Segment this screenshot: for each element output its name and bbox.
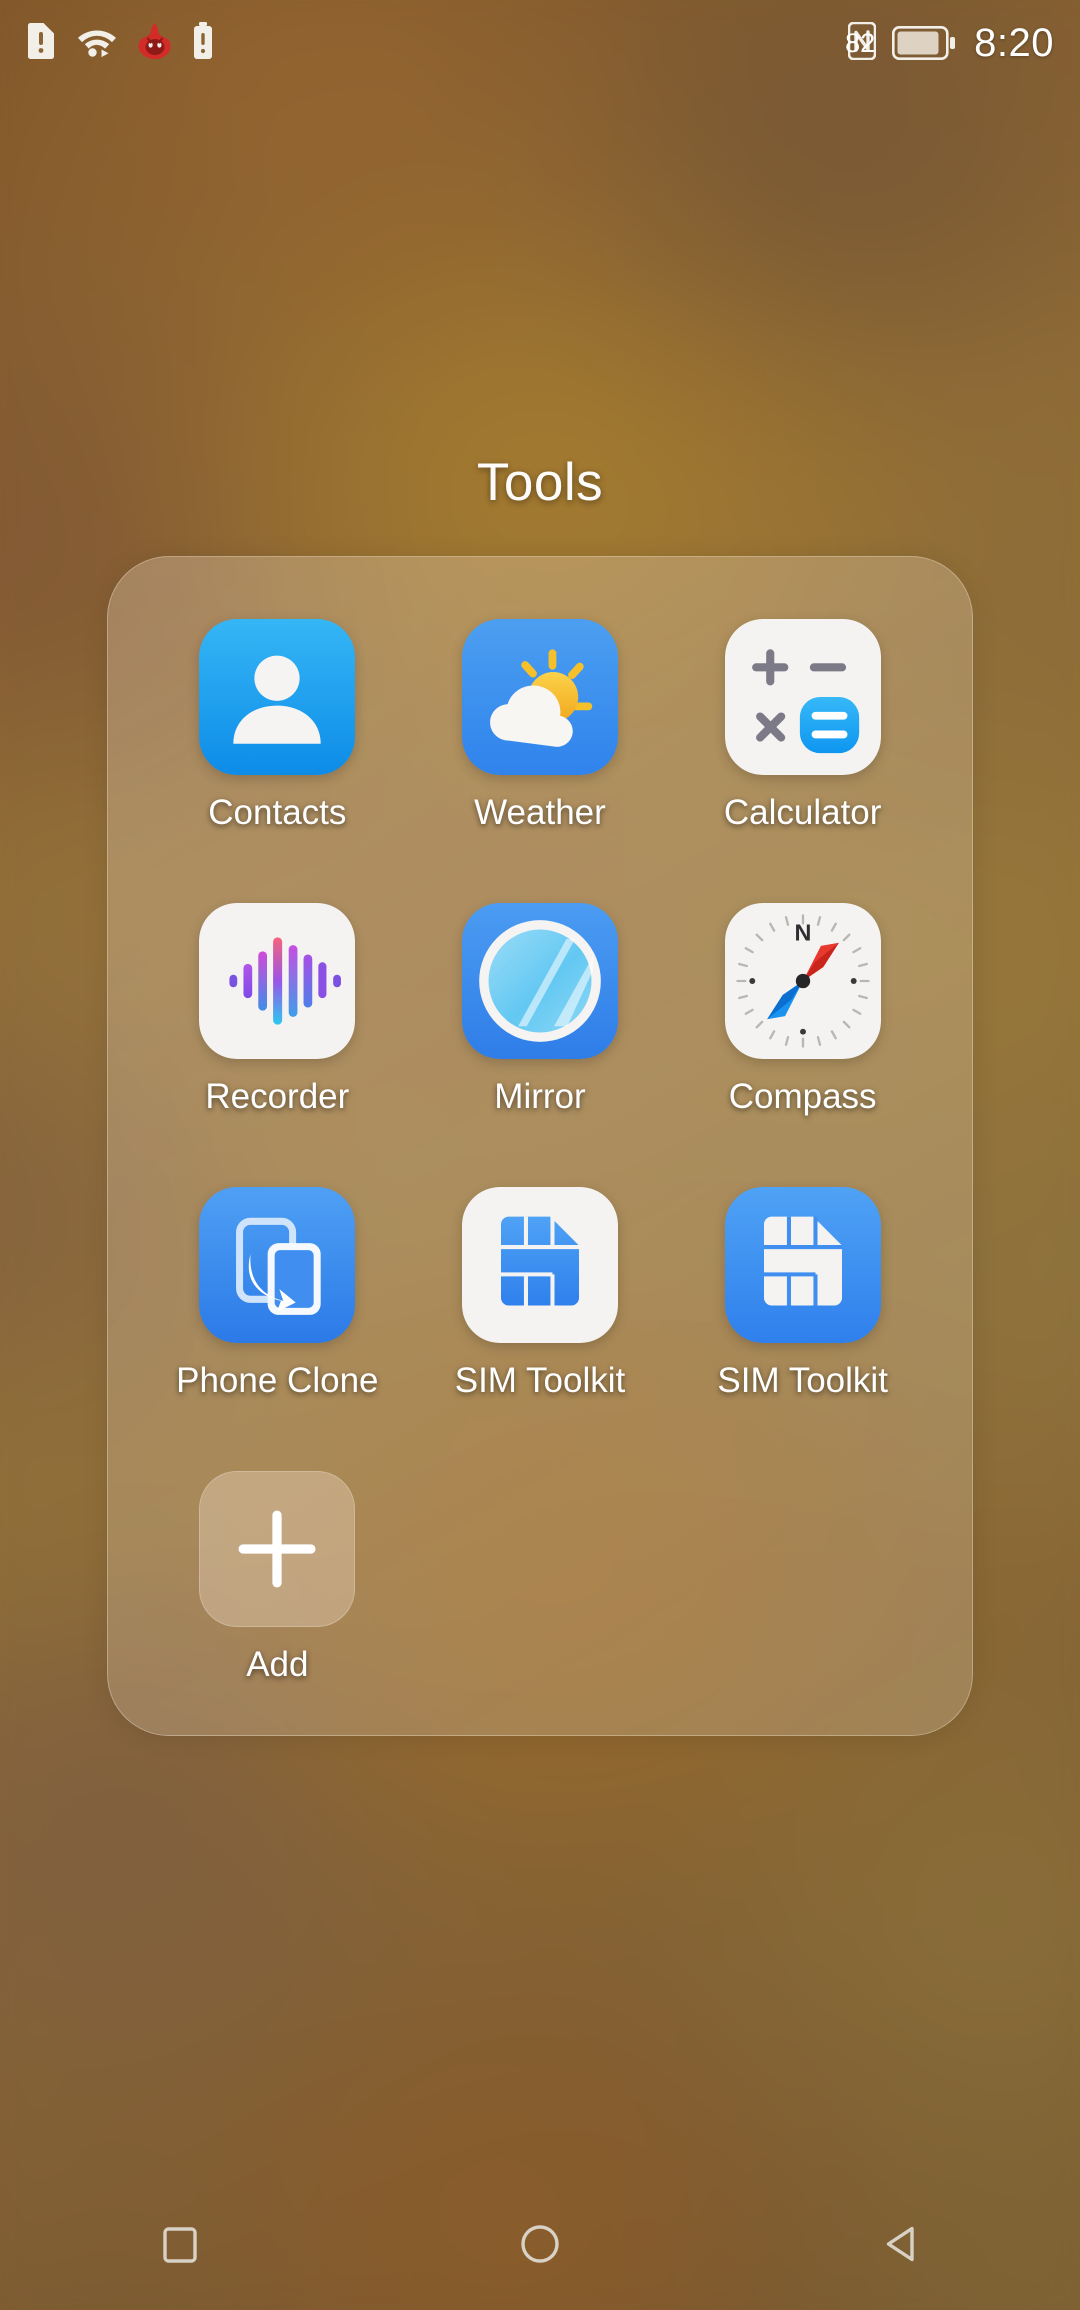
app-item-recorder[interactable]: Recorder — [153, 903, 401, 1187]
app-label: Weather — [474, 793, 606, 832]
app-item-compass[interactable]: N Compass — [679, 903, 927, 1187]
battery-alert-icon — [192, 21, 214, 65]
app-item-sim-toolkit-1[interactable]: SIM Toolkit — [416, 1187, 664, 1471]
app-item-phone-clone[interactable]: Phone Clone — [153, 1187, 401, 1471]
battery-percent-label: 82 — [845, 28, 876, 58]
app-item-sim-toolkit-2[interactable]: SIM Toolkit — [679, 1187, 927, 1471]
app-item-weather[interactable]: Weather — [416, 619, 664, 903]
recents-button[interactable] — [105, 2178, 255, 2310]
app-label: Recorder — [205, 1077, 350, 1116]
contacts-icon[interactable] — [199, 619, 356, 775]
phone-screen: 82 8:20 Tools Contacts Weather Calculato… — [0, 0, 1080, 2310]
status-bar-left-icons — [26, 21, 214, 65]
weather-icon[interactable] — [461, 619, 618, 775]
app-grid: Contacts Weather Calculator Recorder Mir… — [108, 557, 972, 1735]
circle-icon — [517, 2221, 563, 2267]
wifi-icon — [76, 24, 118, 63]
antutu-icon — [138, 22, 172, 64]
status-bar-clock: 8:20 — [974, 20, 1054, 65]
sim-toolkit-light-icon[interactable] — [461, 1187, 618, 1343]
plus-icon[interactable] — [199, 1471, 356, 1627]
app-label: Phone Clone — [176, 1361, 379, 1400]
calculator-icon[interactable] — [724, 619, 881, 775]
app-item-contacts[interactable]: Contacts — [153, 619, 401, 903]
app-item-calculator[interactable]: Calculator — [679, 619, 927, 903]
back-button[interactable] — [825, 2178, 975, 2310]
app-label: SIM Toolkit — [717, 1361, 888, 1400]
compass-north-label: N — [794, 919, 811, 945]
folder-title: Tools — [476, 453, 604, 512]
app-label: Mirror — [494, 1077, 586, 1116]
app-label: Calculator — [723, 793, 882, 832]
app-label: SIM Toolkit — [454, 1361, 626, 1400]
app-label: Contacts — [208, 793, 347, 832]
sim-alert-icon — [26, 22, 56, 65]
mirror-icon[interactable] — [461, 903, 618, 1059]
compass-icon[interactable]: N — [724, 903, 881, 1059]
sim-toolkit-blue-icon[interactable] — [724, 1187, 881, 1343]
navigation-bar — [0, 2178, 1080, 2310]
recorder-icon[interactable] — [199, 903, 356, 1059]
status-bar-right-icons: 82 8:20 — [845, 20, 1054, 66]
home-button[interactable] — [465, 2178, 615, 2310]
folder-panel: Contacts Weather Calculator Recorder Mir… — [107, 556, 973, 1736]
square-icon — [158, 2222, 202, 2266]
app-item-mirror[interactable]: Mirror — [416, 903, 664, 1187]
battery-indicator: 82 — [845, 26, 956, 60]
app-label: Compass — [728, 1077, 877, 1116]
app-label: Add — [246, 1645, 309, 1684]
triangle-left-icon — [877, 2221, 923, 2267]
status-bar: 82 8:20 — [0, 0, 1080, 86]
phone-clone-icon[interactable] — [199, 1187, 356, 1343]
app-item-add[interactable]: Add — [153, 1471, 401, 1755]
